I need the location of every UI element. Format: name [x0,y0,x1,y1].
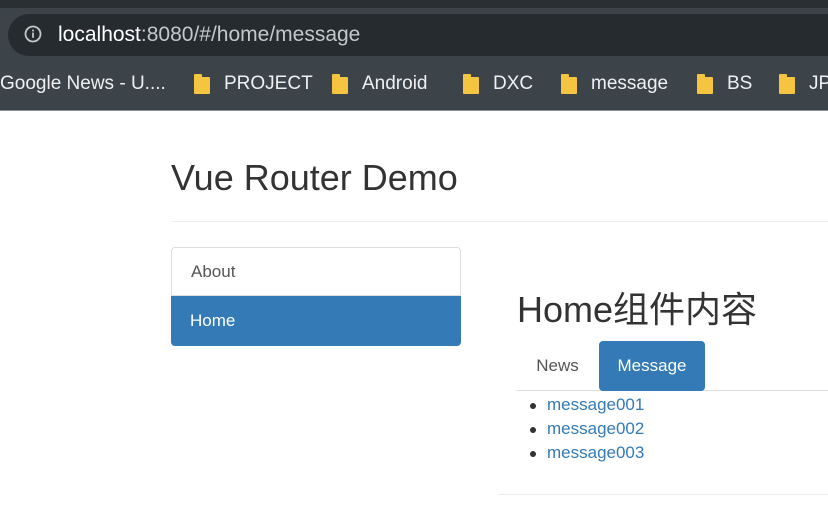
url-path: :8080/#/home/message [140,23,361,46]
message-list: message001 message002 message003 [530,393,644,465]
browser-toolbar: localhost:8080/#/home/message Google New… [0,8,828,110]
list-item: message001 [530,393,644,417]
bookmark-label: PROJECT [224,73,313,94]
folder-icon [463,74,479,94]
message-link[interactable]: message002 [547,419,644,438]
bookmark-label: message [591,73,669,94]
message-link[interactable]: message003 [547,443,644,462]
nav-list: About Home [171,247,461,346]
bookmark-project[interactable]: PROJECT [194,64,313,104]
folder-icon [779,74,795,94]
bookmark-dxc[interactable]: DXC [463,64,533,104]
bullet-icon [530,403,536,409]
message-link[interactable]: message001 [547,395,644,414]
bookmark-jpa[interactable]: JPA [779,64,828,104]
bookmark-label: BS [727,73,753,94]
page-header-divider [171,221,828,222]
bullet-icon [530,427,536,433]
page-title: Vue Router Demo [171,157,458,198]
folder-icon [561,74,577,94]
bookmark-label: DXC [493,73,534,94]
bookmark-label: JPA [809,73,828,94]
address-bar[interactable]: localhost:8080/#/home/message [8,14,828,56]
bookmark-android[interactable]: Android [332,64,428,104]
info-icon[interactable] [24,25,42,43]
nav-item-about[interactable]: About [171,247,461,296]
folder-icon [194,74,210,94]
url-host: localhost [58,23,141,46]
bookmark-label: Google News - U.... [0,73,166,94]
toolbar-divider [0,110,828,111]
tab-news[interactable]: News [517,341,598,391]
list-item: message003 [530,441,644,465]
bookmarks-bar: Google News - U.... PROJECT Android DXC … [0,64,828,104]
folder-icon [697,74,713,94]
bookmark-bs[interactable]: BS [697,64,752,104]
bookmark-label: Android [362,73,428,94]
bookmark-message[interactable]: message [561,64,668,104]
list-item: message002 [530,417,644,441]
url-text[interactable]: localhost:8080/#/home/message [58,24,360,46]
home-title: Home组件内容 [517,289,758,330]
nav-item-home[interactable]: Home [171,296,461,346]
bullet-icon [530,451,536,457]
bookmark-google-news[interactable]: Google News - U.... [0,64,166,104]
home-panel: Home组件内容 News Message message001 message… [498,260,828,495]
window-top-strip [0,0,828,8]
tab-message[interactable]: Message [599,341,705,391]
panel-bottom-divider [498,494,828,495]
folder-icon [332,74,348,94]
